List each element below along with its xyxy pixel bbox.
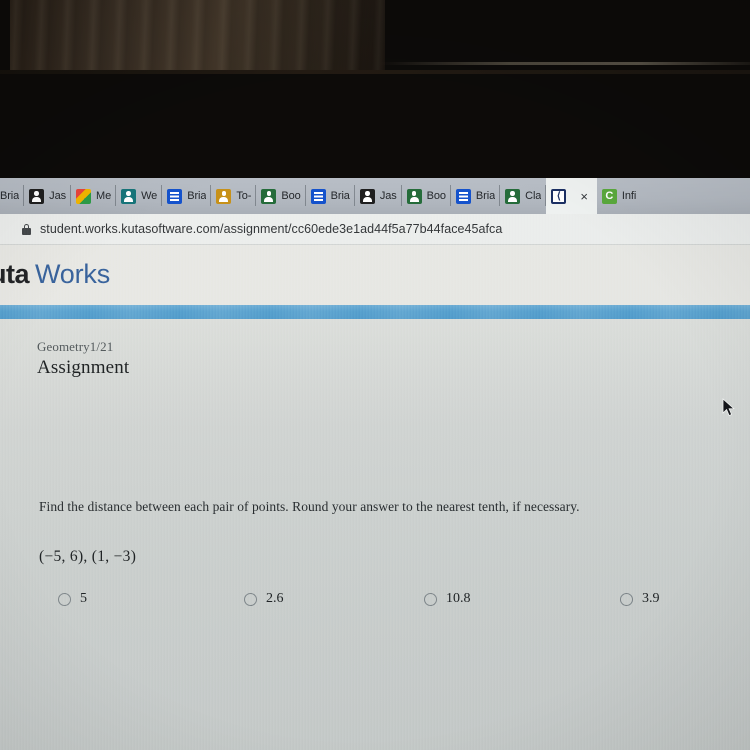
browser-tab[interactable]: Bria [306,178,355,214]
person-icon [29,188,45,204]
browser-tab-title: Cla [525,190,542,202]
answer-choice-label: 10.8 [446,591,471,606]
logo-text-secondary: Works [35,259,111,289]
browser-tab[interactable]: Bria [162,178,212,214]
letter-c-icon: C [601,188,617,204]
browser-tab-title: Jas [49,190,66,202]
address-bar-url[interactable]: student.works.kutasoftware.com/assignmen… [40,222,502,236]
answer-choice-list[interactable]: 5 2.6 10.8 3.9 [0,591,750,607]
browser-tab[interactable]: Boo [256,178,306,214]
browser-tab[interactable]: Cla [500,178,547,214]
browser-tab-title: Boo [426,190,446,202]
browser-tab-title: Boo [281,190,301,202]
person-icon [216,188,232,204]
browser-tab-title: Bria [0,190,20,202]
browser-tab[interactable]: C Infi [597,178,641,214]
kuta-works-logo[interactable]: utaWorks [0,259,110,290]
browser-tab[interactable]: Bria [451,178,501,214]
browser-tab-title: Me [96,190,112,202]
assignment-body: Geometry1/21 Assignment Find the distanc… [0,319,750,750]
browser-tab[interactable]: Bria [0,178,25,214]
bracket-icon: ⟨ [551,188,567,204]
radio-button[interactable] [424,592,437,606]
person-icon [505,188,521,204]
browser-tab-title: We [141,190,158,202]
person-icon [359,188,375,204]
browser-tab-title: Bria [475,190,496,202]
photo-of-laptop-screen: Bria Jas Me We Bria To- Boo Bria Jas Boo Bria Cla ⟨ ×… [0,0,750,750]
document-icon [167,188,183,204]
person-icon [261,188,277,204]
bezel-edge-line [0,70,750,74]
answer-choice[interactable]: 2.6 [192,591,382,607]
browser-tab[interactable]: Jas [24,178,71,214]
lock-icon [22,223,31,235]
answer-choice-label: 5 [80,591,87,606]
wood-grain-texture [10,0,385,72]
radio-button[interactable] [58,592,71,606]
problem-expression: (−5, 6), (1, −3) [39,548,137,565]
browser-tab-title: Jas [379,190,397,202]
course-label: Geometry1/21 [37,339,114,354]
browser-tab-strip[interactable]: Bria Jas Me We Bria To- Boo Bria Jas Boo Bria Cla ⟨ ×… [0,178,750,214]
answer-choice-label: 3.9 [642,591,660,606]
answer-choice-label: 2.6 [266,591,284,606]
radio-button[interactable] [620,592,633,606]
browser-address-bar[interactable]: student.works.kutasoftware.com/assignmen… [0,214,750,245]
browser-tab[interactable]: To- [211,178,257,214]
person-icon [121,188,137,204]
document-icon [310,188,326,204]
person-icon [406,188,422,204]
browser-tab-title: To- [236,190,252,202]
close-icon[interactable]: × [580,190,588,203]
browser-tab[interactable]: We [116,178,163,214]
accent-bar-sheen [0,305,750,319]
browser-tab[interactable]: Boo [402,178,452,214]
browser-tab-title: Bria [330,190,350,202]
problem-instruction: Find the distance between each pair of p… [39,499,580,514]
multicolor-icon [76,188,91,204]
site-header: utaWorks [0,245,750,305]
browser-tab[interactable]: Me [71,178,117,214]
page-title: Assignment [37,357,130,378]
answer-choice[interactable]: 5 [0,591,192,607]
laptop-bezel-background [0,0,750,178]
browser-tab[interactable]: ⟨ × [546,178,597,214]
answer-choice[interactable]: 10.8 [382,591,574,607]
arrow-cursor-icon [722,398,736,418]
browser-tab-title: Bria [187,190,207,202]
answer-choice[interactable]: 3.9 [574,591,750,607]
browser-tab-title: Infi [621,190,637,202]
radio-button[interactable] [244,592,257,606]
web-page-content: utaWorks Geometry1/21 Assignment Find th… [0,245,750,750]
logo-text-primary: uta [0,259,30,289]
document-icon [455,188,471,204]
browser-tab[interactable]: Jas [355,178,402,214]
bezel-highlight [380,62,750,65]
